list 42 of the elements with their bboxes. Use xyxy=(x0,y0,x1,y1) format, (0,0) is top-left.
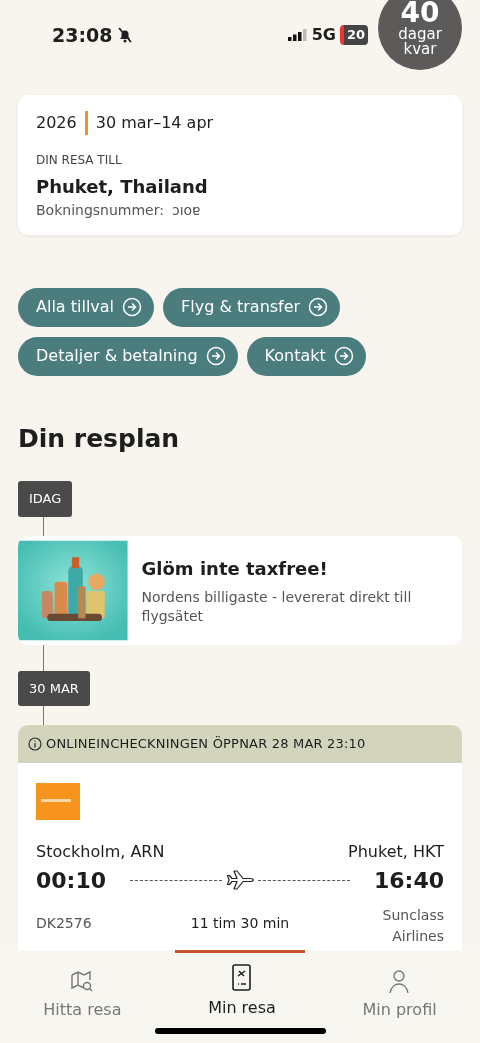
arrival-time: 16:40 xyxy=(373,866,444,895)
nav-tab[interactable]: Min resa xyxy=(164,950,320,1043)
countdown-label: kvar xyxy=(403,42,437,57)
destination-title: Phuket, Thailand xyxy=(36,175,209,199)
trip-dates: 30 mar–14 apr xyxy=(95,112,214,134)
airplane-icon xyxy=(226,870,254,890)
network-label: 5G xyxy=(311,24,336,46)
quick-link-button[interactable]: Kontakt xyxy=(246,337,366,376)
divider xyxy=(84,111,88,135)
date-badge: IDAG xyxy=(18,481,73,517)
trip-year: 2026 xyxy=(36,112,77,134)
promo-text: Nordens billigaste - levererat direkt till flygsätet xyxy=(141,587,413,626)
countdown-label: dagar xyxy=(398,27,442,42)
departure-time: 00:10 xyxy=(36,866,107,895)
quick-link-button[interactable]: Detaljer & betalning xyxy=(18,337,238,376)
destination-label: Phuket, HKT xyxy=(348,840,444,863)
clock: 23:08 xyxy=(52,22,113,48)
airline-name: Sunclass Airlines xyxy=(381,905,444,946)
arrow-circle-icon xyxy=(205,346,226,366)
date-badge: 30 MAR xyxy=(18,670,90,706)
eyebrow-label: DIN RESA TILL xyxy=(36,152,123,169)
promo-title: Glöm inte taxfree! xyxy=(141,556,329,581)
booking-number: ɔıoɐ xyxy=(171,201,201,220)
info-icon xyxy=(28,736,42,751)
flight-number: DK2576 xyxy=(36,913,93,933)
section-title: Din resplan xyxy=(18,424,181,454)
arrow-circle-icon xyxy=(122,297,143,317)
countdown-number: 40 xyxy=(400,0,440,27)
nav-tab[interactable]: Hitta resa xyxy=(0,950,165,1043)
airline-logo-icon xyxy=(36,782,80,820)
booking-label: Bokningsnummer: xyxy=(36,201,164,220)
origin-label: Stockholm, ARN xyxy=(36,840,165,863)
flight-duration: 11 tim 30 min xyxy=(190,913,290,933)
checkin-notice-text: ONLINEINCHECKNINGEN ÖPPNAR 28 MAR 23:10 xyxy=(46,735,366,753)
nav-tab[interactable]: Min profil xyxy=(319,950,480,1043)
signal-icon xyxy=(287,29,308,41)
arrow-circle-icon xyxy=(333,346,354,366)
muted-bell-icon xyxy=(116,26,135,44)
arrow-circle-icon xyxy=(308,297,329,317)
quick-link-button[interactable]: Flyg & transfer xyxy=(163,288,341,327)
battery-indicator: 20 xyxy=(339,25,368,45)
quick-link-button[interactable]: Alla tillval xyxy=(18,288,155,327)
